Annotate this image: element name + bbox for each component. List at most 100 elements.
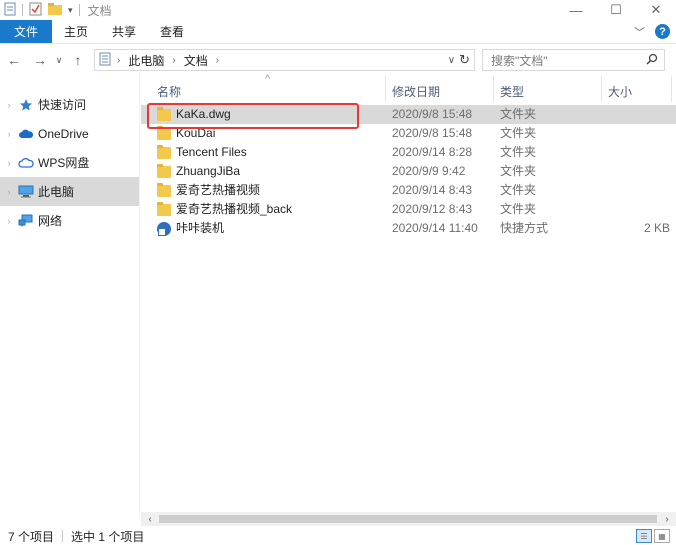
- folder-icon: [157, 144, 171, 159]
- large-icons-view-icon[interactable]: ▦: [654, 529, 670, 543]
- address-dropdown-icon[interactable]: ∨: [448, 55, 455, 66]
- scrollbar-thumb[interactable]: [159, 515, 657, 523]
- scroll-right-icon[interactable]: ›: [660, 513, 674, 525]
- column-header-date[interactable]: 修改日期: [392, 83, 440, 100]
- tab-file[interactable]: 文件: [0, 20, 53, 43]
- horizontal-scrollbar[interactable]: ‹ ›: [141, 512, 676, 526]
- folder-icon: [157, 182, 171, 197]
- file-name: 咔咔装机: [176, 221, 225, 235]
- nav-item-onedrive[interactable]: › OneDrive: [0, 119, 139, 148]
- column-divider[interactable]: [601, 76, 602, 102]
- window-title: 文档: [87, 3, 112, 18]
- properties-icon[interactable]: [4, 2, 16, 19]
- column-divider[interactable]: [493, 76, 494, 102]
- file-list-pane: ^ 名称 修改日期 类型 大小 KaKa.dwg 2020/9/8 15:48 …: [141, 73, 676, 514]
- nav-item-label: 网络: [38, 214, 63, 228]
- file-type: 快捷方式: [500, 221, 549, 235]
- navigation-pane: › 快速访问 › OneDrive › WPS网盘 › 此电脑 › 网络: [0, 74, 140, 514]
- file-type: 文件夹: [500, 183, 537, 197]
- chevron-right-icon[interactable]: ›: [216, 55, 219, 66]
- file-row[interactable]: 爱奇艺热播视频 2020/9/14 8:43 文件夹: [141, 181, 676, 200]
- tab-share[interactable]: 共享: [100, 20, 148, 43]
- column-header-type[interactable]: 类型: [500, 83, 524, 100]
- file-date: 2020/9/14 11:40: [392, 221, 478, 235]
- quick-access-toolbar: ▾ 文档: [0, 0, 112, 20]
- folder-icon: [157, 125, 171, 140]
- ribbon-tabs: 文件 主页 共享 查看 ﹀ ?: [0, 20, 676, 44]
- checkmark-doc-icon[interactable]: [29, 2, 42, 19]
- file-date: 2020/9/9 9:42: [392, 164, 466, 178]
- chevron-right-icon[interactable]: ›: [117, 55, 120, 66]
- chevron-right-icon[interactable]: ›: [2, 129, 16, 139]
- status-divider: [62, 530, 64, 542]
- file-date: 2020/9/8 15:48: [392, 107, 473, 121]
- help-button[interactable]: ?: [655, 24, 670, 39]
- cloud-icon: [16, 129, 36, 139]
- chevron-right-icon[interactable]: ›: [2, 100, 16, 110]
- file-date: 2020/9/14 8:28: [392, 145, 473, 159]
- file-row[interactable]: KouDai 2020/9/8 15:48 文件夹: [141, 124, 676, 143]
- column-header-name[interactable]: 名称: [157, 83, 181, 100]
- minimize-button[interactable]: —: [556, 0, 596, 20]
- tab-view[interactable]: 查看: [148, 20, 196, 43]
- column-header-size[interactable]: 大小: [608, 83, 632, 100]
- file-row[interactable]: ZhuangJiBa 2020/9/9 9:42 文件夹: [141, 162, 676, 181]
- file-name: Tencent Files: [176, 145, 247, 159]
- search-input[interactable]: 搜索"文档": [482, 49, 665, 71]
- title-bar: ▾ 文档 — ☐ ✕: [0, 0, 676, 20]
- folder-icon: [157, 163, 171, 178]
- chevron-right-icon[interactable]: ›: [2, 187, 16, 197]
- search-icon[interactable]: [646, 53, 658, 68]
- sort-ascending-icon: ^: [265, 73, 271, 85]
- file-row[interactable]: 爱奇艺热播视频_back 2020/9/12 8:43 文件夹: [141, 200, 676, 219]
- column-divider[interactable]: [671, 76, 672, 102]
- file-size: 2 KB: [643, 221, 670, 235]
- file-date: 2020/9/8 15:48: [392, 126, 473, 140]
- refresh-icon[interactable]: ↻: [459, 52, 470, 68]
- scroll-left-icon[interactable]: ‹: [143, 513, 157, 525]
- up-arrow-icon[interactable]: ↑: [68, 49, 88, 71]
- file-date: 2020/9/14 8:43: [392, 183, 473, 197]
- nav-item-label: WPS网盘: [38, 156, 90, 170]
- nav-item-network[interactable]: › 网络: [0, 206, 139, 235]
- file-type: 文件夹: [500, 145, 537, 159]
- file-name: ZhuangJiBa: [176, 164, 241, 178]
- selected-count: 选中 1 个项目: [71, 529, 145, 544]
- back-arrow-icon[interactable]: ←: [4, 49, 24, 71]
- nav-item-label: 此电脑: [38, 185, 75, 199]
- item-count: 7 个项目: [8, 529, 55, 544]
- folder-icon: [157, 106, 171, 121]
- file-row[interactable]: 咔咔装机 2020/9/14 11:40 快捷方式 2 KB: [141, 219, 676, 238]
- column-divider[interactable]: [385, 76, 386, 102]
- file-row[interactable]: KaKa.dwg 2020/9/8 15:48 文件夹: [141, 105, 676, 124]
- file-name: KaKa.dwg: [176, 107, 231, 121]
- nav-item-this-pc[interactable]: › 此电脑: [0, 177, 139, 206]
- close-button[interactable]: ✕: [636, 0, 676, 20]
- chevron-down-icon[interactable]: ﹀: [634, 24, 645, 40]
- file-type: 文件夹: [500, 126, 537, 140]
- file-name: KouDai: [176, 126, 216, 140]
- breadcrumb-this-pc[interactable]: 此电脑: [128, 52, 164, 69]
- address-bar[interactable]: › 此电脑 › 文档 › ∨ ↻: [94, 49, 475, 71]
- chevron-right-icon[interactable]: ›: [2, 216, 16, 226]
- file-type: 文件夹: [500, 164, 537, 178]
- file-type: 文件夹: [500, 202, 537, 216]
- nav-item-quick-access[interactable]: › 快速访问: [0, 90, 139, 119]
- maximize-button[interactable]: ☐: [596, 0, 636, 20]
- file-list: KaKa.dwg 2020/9/8 15:48 文件夹 KouDai 2020/…: [141, 105, 676, 238]
- breadcrumb-documents[interactable]: 文档: [184, 52, 208, 69]
- customize-toolbar-icon[interactable]: ▾: [68, 5, 73, 16]
- details-view-icon[interactable]: ☰: [636, 529, 652, 543]
- status-bar: 7 个项目 选中 1 个项目 ☰ ▦: [0, 527, 676, 545]
- forward-arrow-icon[interactable]: →: [30, 49, 50, 71]
- tab-home[interactable]: 主页: [52, 20, 100, 43]
- recent-locations-icon[interactable]: ∨: [52, 49, 66, 71]
- toolbar-divider: [22, 4, 23, 16]
- new-folder-icon[interactable]: [48, 2, 62, 18]
- file-row[interactable]: Tencent Files 2020/9/14 8:28 文件夹: [141, 143, 676, 162]
- nav-item-wps-drive[interactable]: › WPS网盘: [0, 148, 139, 177]
- chevron-right-icon[interactable]: ›: [172, 55, 175, 66]
- file-type: 文件夹: [500, 107, 537, 121]
- cloud-outline-icon: [16, 157, 36, 168]
- chevron-right-icon[interactable]: ›: [2, 158, 16, 168]
